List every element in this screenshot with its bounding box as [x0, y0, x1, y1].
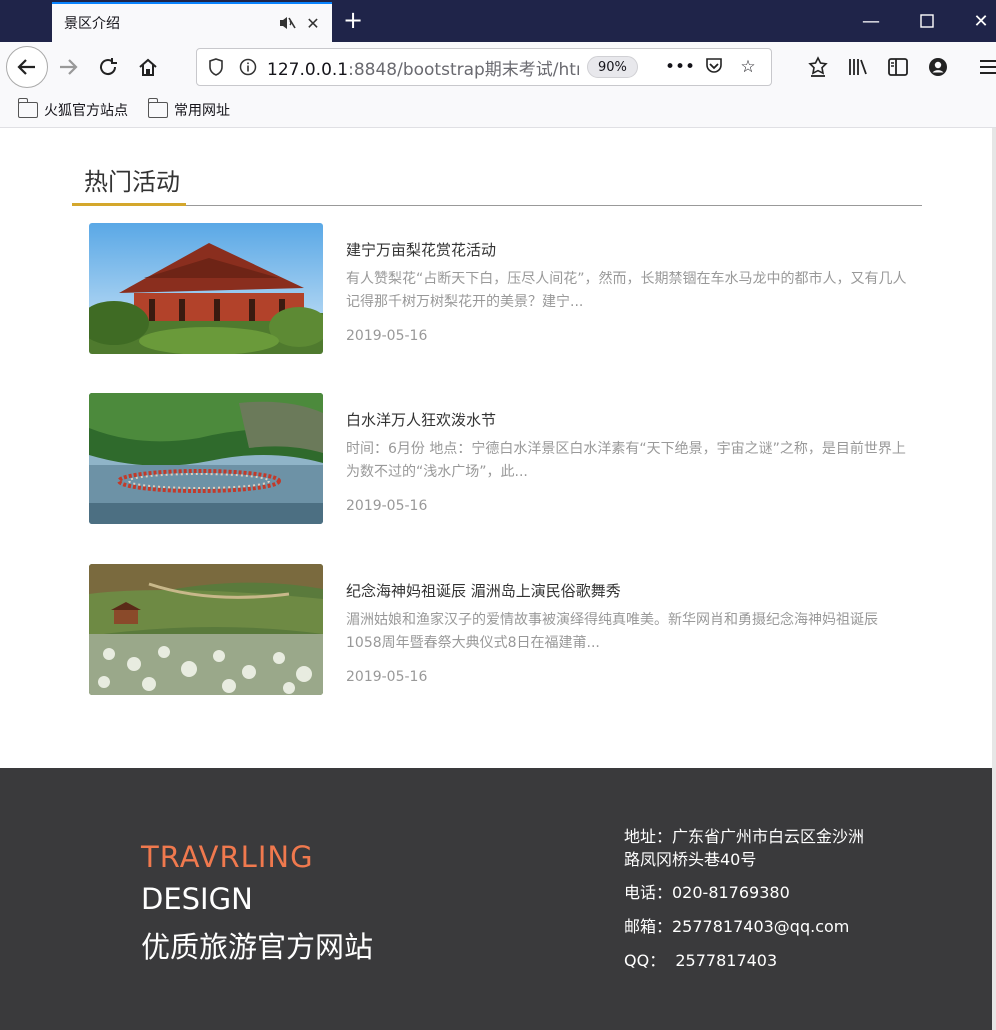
nav-bar: 127.0.0.1:8848/bootstrap期末考试/htm 90% •••… [0, 42, 996, 92]
bookmark-firefox-site[interactable]: 火狐官方站点 [17, 98, 128, 120]
zoom-badge[interactable]: 90% [587, 56, 638, 78]
bookmark-label: 火狐官方站点 [44, 103, 128, 119]
section-divider [72, 205, 922, 206]
maximize-icon[interactable] [912, 6, 942, 36]
more-actions-icon[interactable]: ••• [663, 57, 697, 77]
browser-window: 景区介绍 ✕ + — ✕ 127.0.0.1:8848/bootstrap期末考… [0, 0, 996, 1030]
article-title[interactable]: 白水洋万人狂欢泼水节 [346, 409, 496, 430]
folder-icon [147, 98, 168, 118]
bookmark-star-icon[interactable]: ☆ [731, 57, 765, 77]
tab-title: 景区介绍 [64, 16, 120, 32]
url-host: 127.0.0.1 [267, 59, 349, 80]
footer-phone: 电话：020-81769380 [624, 883, 790, 902]
page-content: 热门活动 建宁万亩梨花赏花活动 有人赞梨花“占断天下白，压尽人间花”，然而，长期… [0, 128, 996, 768]
bookmark-common-links[interactable]: 常用网址 [147, 98, 230, 120]
reading-list-icon[interactable] [802, 51, 834, 83]
reload-icon[interactable] [92, 51, 124, 83]
article-item[interactable]: 纪念海神妈祖诞辰 湄洲岛上演民俗歌舞秀 湄洲姑娘和渔家汉子的爱情故事被演绎得纯真… [89, 564, 909, 695]
folder-icon [17, 98, 38, 118]
pocket-icon[interactable] [697, 56, 731, 79]
article-description: 时间：6月份 地点：宁德白水洋景区白水洋素有“天下绝景，宇宙之谜”之称，是目前世… [346, 441, 906, 480]
bookmark-label: 常用网址 [174, 103, 230, 119]
url-text: 127.0.0.1:8848/bootstrap期末考试/htm [267, 55, 579, 80]
footer-brand-travrling: TRAVRLING [141, 840, 314, 874]
tab-active[interactable]: 景区介绍 ✕ [52, 2, 332, 42]
footer-address: 地址：广东省广州市白云区金沙洲 路凤冈桥头巷40号 [624, 825, 864, 871]
library-icon[interactable] [842, 51, 874, 83]
article-item[interactable]: 建宁万亩梨花赏花活动 有人赞梨花“占断天下白，压尽人间花”，然而，长期禁锢在车水… [89, 223, 909, 354]
article-date: 2019-05-16 [346, 328, 428, 344]
article-title[interactable]: 建宁万亩梨花赏花活动 [346, 239, 496, 260]
forward-icon[interactable] [52, 51, 84, 83]
bookmarks-bar: 火狐官方站点 常用网址 [0, 92, 996, 128]
article-description: 湄洲姑娘和渔家汉子的爱情故事被演绎得纯真唯美。新华网肖和勇摄纪念海神妈祖诞辰10… [346, 612, 878, 651]
article-thumbnail-temple[interactable] [89, 223, 323, 354]
page-scrollbar[interactable] [992, 128, 996, 1030]
article-thumbnail-island[interactable] [89, 564, 323, 695]
title-bar: 景区介绍 ✕ + — ✕ [0, 0, 996, 42]
article-date: 2019-05-16 [346, 498, 428, 514]
shield-icon[interactable] [203, 54, 229, 80]
url-bar[interactable]: 127.0.0.1:8848/bootstrap期末考试/htm 90% •••… [196, 48, 772, 86]
home-icon[interactable] [132, 51, 164, 83]
footer-email: 邮箱：2577817403@qq.com [624, 917, 850, 936]
article-description: 有人赞梨花“占断天下白，压尽人间花”，然而，长期禁锢在车水马龙中的都市人，又有几… [346, 271, 907, 310]
close-window-icon[interactable]: ✕ [966, 6, 996, 36]
site-footer: TRAVRLING DESIGN 优质旅游官方网站 地址：广东省广州市白云区金沙… [0, 768, 996, 1030]
close-tab-icon[interactable]: ✕ [302, 12, 324, 34]
info-icon[interactable] [235, 54, 261, 80]
footer-qq: QQ： 2577817403 [624, 951, 778, 970]
new-tab-icon[interactable]: + [340, 8, 366, 34]
article-date: 2019-05-16 [346, 669, 428, 685]
minimize-icon[interactable]: — [856, 6, 886, 36]
footer-brand-design: DESIGN [141, 882, 253, 916]
footer-address-line1: 地址：广东省广州市白云区金沙洲 [624, 827, 865, 846]
menu-icon[interactable] [972, 51, 996, 83]
back-button[interactable] [6, 46, 48, 88]
footer-address-line2: 路凤冈桥头巷40号 [624, 850, 757, 869]
article-item[interactable]: 白水洋万人狂欢泼水节 时间：6月份 地点：宁德白水洋景区白水洋素有“天下绝景，宇… [89, 393, 909, 524]
mute-tab-icon[interactable] [276, 12, 298, 34]
footer-brand-slogan: 优质旅游官方网站 [141, 930, 374, 964]
account-icon[interactable] [922, 51, 954, 83]
article-thumbnail-water-festival[interactable] [89, 393, 323, 524]
article-title[interactable]: 纪念海神妈祖诞辰 湄洲岛上演民俗歌舞秀 [346, 580, 621, 601]
section-title: 热门活动 [84, 168, 180, 196]
url-path: :8848/bootstrap期末考试/htm [348, 59, 579, 80]
section-accent-bar [72, 203, 186, 206]
sidebar-icon[interactable] [882, 51, 914, 83]
